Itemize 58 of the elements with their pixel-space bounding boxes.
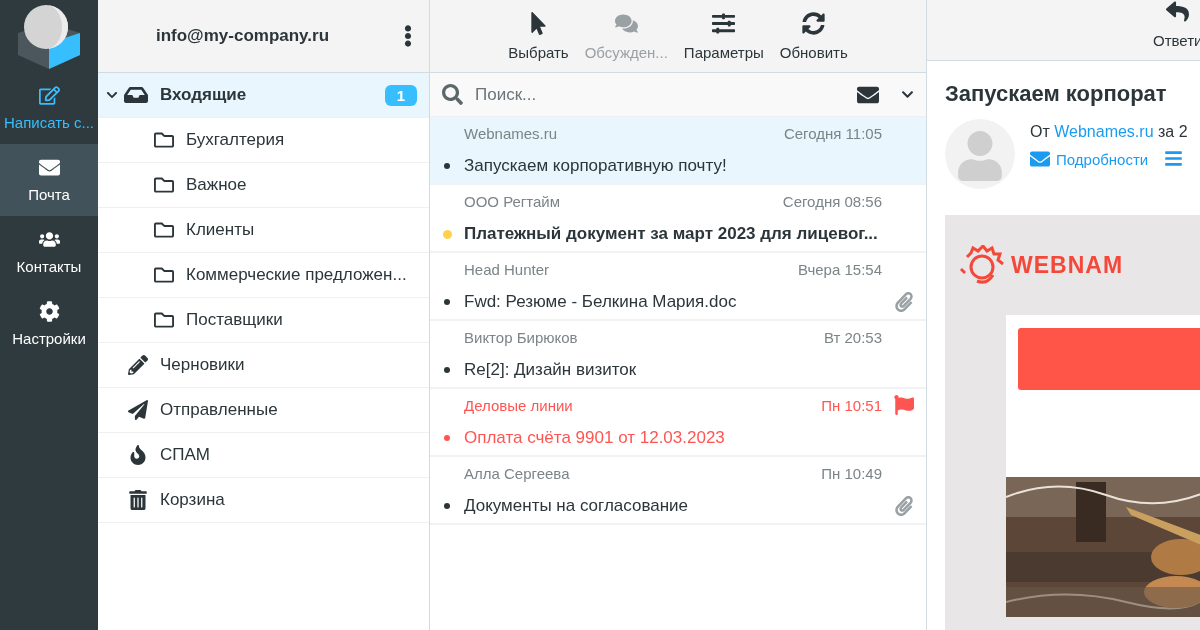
chevron-icon[interactable] [901,88,914,101]
message-sender: Head Hunter [464,260,550,278]
nav-item[interactable]: Почта [0,144,98,216]
message-date: Вт 20:53 [823,328,882,346]
logo-icon [16,3,82,69]
message-date: Пн 10:49 [821,464,882,482]
nav-item[interactable]: Контакты [0,216,98,288]
folder-icon [154,220,174,240]
flag-icon[interactable] [894,395,914,415]
pencil-icon [128,355,148,375]
paper-plane-icon [128,400,148,420]
envelope-icon [38,157,60,178]
folder-item[interactable]: Входящие 1 [98,73,429,118]
account-email: info@my-company.ru [154,26,331,46]
nav-item[interactable]: Написать с... [0,72,98,144]
search-icon [442,84,463,105]
email-subject: Запускаем корпорат [945,81,1168,107]
flame-icon [128,445,148,465]
message-subject: Fwd: Резюме - Белкина Мария.doc [464,292,738,312]
message-subject: Запускаем корпоративную почту! [464,156,728,176]
reply-icon [1166,0,1190,23]
people-icon [38,229,60,250]
sun-logo-icon [959,245,1005,285]
message-subject: Оплата счёта 9901 от 12.03.2023 [464,428,726,448]
unread-count: 1 [384,84,417,106]
message-date: Сегодня 08:56 [782,192,882,210]
list-icon[interactable] [1164,149,1184,168]
folder-icon [154,265,174,285]
toolbar-button[interactable]: Обновить [779,12,848,61]
message-date: Сегодня 11:05 [783,124,882,142]
message-sender: Алла Сергеева [464,464,570,482]
sliders-icon [712,12,736,35]
message-subject: Документы на согласование [464,496,690,516]
search-bar[interactable]: Поиск... [430,73,926,117]
refresh-icon [802,12,826,35]
message-sender: Webnames.ru [464,124,558,142]
sender-line: От Webnames.ru за 2 [1030,123,1188,141]
toolbar-button[interactable]: Выбрать [508,12,569,61]
chevron-icon[interactable] [106,89,118,101]
message-row[interactable]: Webnames.ru Сегодня 11:05 Запускаем корпоративную почту! [430,117,926,185]
folder-icon [154,175,174,195]
message-sender: ООО Регтайм [464,192,561,210]
chat-bubbles-icon [614,12,638,35]
message-date: Вчера 15:54 [797,260,882,278]
folder-icon [154,130,174,150]
toolbar-button[interactable]: Параметры [683,12,764,61]
settings-icon [38,301,60,322]
message-sender: Виктор Бирюков [464,328,578,346]
message-sender: Деловые линии [464,396,573,414]
message-subject: Re[2]: Дизайн визиток [464,360,638,380]
edit-icon [38,85,60,106]
message-subject: Платежный документ за март 2023 для лицевог... [464,224,879,244]
trash-icon [128,490,148,510]
search-field[interactable]: Поиск... [473,83,847,106]
message-date: Пн 10:51 [821,396,882,414]
logo-text: WEBNAM [1011,251,1124,279]
folder-icon [154,310,174,330]
nav-item[interactable]: Настройки [0,288,98,360]
